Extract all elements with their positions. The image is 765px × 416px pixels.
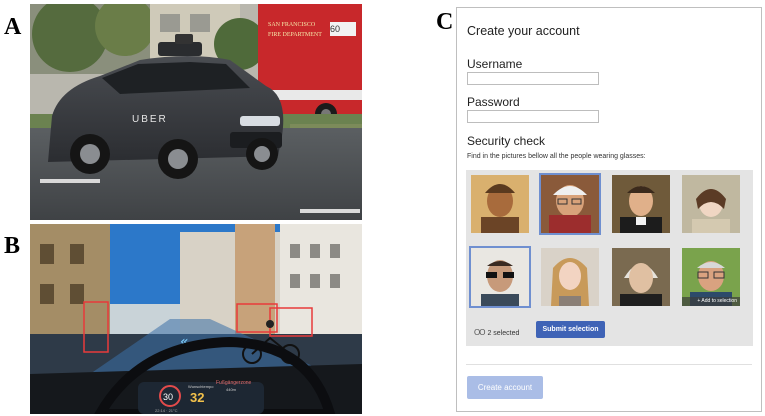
panel-label-a: A: [4, 14, 22, 40]
current-speed-value: 32: [190, 390, 204, 405]
captcha-tile-1[interactable]: [471, 175, 529, 233]
street-scene-illustration: 60 SAN FRANCISCO FIRE DEPARTMENT UBER: [30, 4, 362, 220]
create-account-button[interactable]: Create account: [467, 376, 543, 399]
panel-label-b: B: [4, 233, 21, 259]
signup-form: Create your account Username Password Se…: [456, 7, 762, 412]
submit-selection-button[interactable]: Submit selection: [536, 321, 605, 338]
car-brand-text: UBER: [132, 114, 168, 125]
form-title: Create your account: [467, 24, 580, 38]
captcha-tile-8[interactable]: + Add to selection: [682, 248, 740, 306]
driver-view-illustration: « 30 32 Wunschtempo Fußgängerzone 440m 2…: [30, 224, 362, 414]
captcha-tile-3[interactable]: [612, 175, 670, 233]
captcha-tile-2[interactable]: [539, 173, 601, 235]
selection-count-text: 2 selected: [487, 330, 520, 337]
panel-label-c: C: [436, 9, 454, 35]
warning-subtext: 440m: [226, 387, 237, 392]
password-input[interactable]: [467, 110, 599, 123]
password-label: Password: [467, 95, 520, 109]
add-to-selection-caption[interactable]: + Add to selection: [682, 297, 740, 306]
form-divider: [466, 364, 752, 365]
username-label: Username: [467, 57, 523, 71]
truck-number: 60: [330, 24, 340, 34]
glasses-icon: OO: [474, 328, 485, 337]
selection-count: OO 2 selected: [474, 328, 519, 337]
speed-label: Wunschtempo: [188, 384, 214, 389]
security-check-instruction: Find in the pictures bellow all the peop…: [467, 153, 646, 160]
truck-text-2: FIRE DEPARTMENT: [268, 32, 322, 38]
self-driving-car-photo: 60 SAN FRANCISCO FIRE DEPARTMENT UBER: [30, 4, 362, 220]
security-check-title: Security check: [467, 134, 546, 148]
speed-limit-value: 30: [163, 392, 173, 402]
captcha-tile-4[interactable]: [682, 175, 740, 233]
captcha-tile-6[interactable]: [541, 248, 599, 306]
truck-text-1: SAN FRANCISCO: [268, 22, 316, 28]
dashboard-status: 22:14 · 21°C: [155, 408, 178, 413]
captcha-tile-7[interactable]: [612, 248, 670, 306]
warning-text: Fußgängerzone: [216, 380, 252, 386]
captcha-image-grid: + Add to selection OO 2 selected Submit s…: [466, 170, 753, 346]
captcha-tile-5[interactable]: [469, 246, 531, 308]
autonomous-driving-view: « 30 32 Wunschtempo Fußgängerzone 440m 2…: [30, 224, 362, 414]
username-input[interactable]: [467, 72, 599, 85]
